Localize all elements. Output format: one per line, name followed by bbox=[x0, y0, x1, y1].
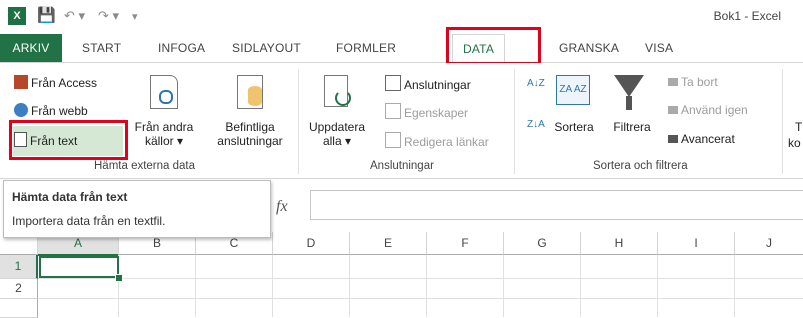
excel-logo-icon: X bbox=[8, 7, 26, 25]
group-label-external-data: Hämta externa data bbox=[94, 160, 196, 172]
gridline bbox=[503, 255, 504, 317]
customize-toolbar-icon[interactable]: ▾ bbox=[132, 10, 138, 23]
reapply-button: Använd igen bbox=[668, 103, 748, 117]
active-cell-a1[interactable] bbox=[39, 256, 119, 278]
gridline bbox=[580, 255, 581, 317]
clear-icon bbox=[668, 78, 678, 88]
clear-filter-button: Ta bort bbox=[668, 75, 718, 89]
column-header-d[interactable]: D bbox=[273, 232, 350, 255]
separator bbox=[514, 69, 515, 174]
ribbon-tabs: ARKIV START INFOGA SIDLAYOUT FORMLER DAT… bbox=[0, 34, 803, 64]
save-icon[interactable]: 💾 bbox=[37, 6, 56, 24]
from-text-red-highlight bbox=[9, 120, 128, 160]
column-header-g[interactable]: G bbox=[504, 232, 581, 255]
tab-formulas[interactable]: FORMLER bbox=[336, 41, 396, 55]
tooltip-title: Hämta data från text bbox=[12, 190, 128, 204]
separator bbox=[782, 69, 783, 174]
row-header-2[interactable]: 2 bbox=[0, 279, 38, 299]
sort-z-a-button[interactable]: Z↓A bbox=[527, 119, 545, 130]
tab-review[interactable]: GRANSKA bbox=[559, 41, 619, 55]
tab-page-layout[interactable]: SIDLAYOUT bbox=[232, 41, 301, 55]
column-header-j[interactable]: J bbox=[735, 232, 803, 255]
data-tab-highlight bbox=[446, 27, 541, 65]
connections-button[interactable]: Anslutningar bbox=[385, 75, 471, 92]
group-label-sort-filter: Sortera och filtrera bbox=[593, 160, 688, 172]
gridline bbox=[734, 255, 735, 317]
edit-links-button: Redigera länkar bbox=[385, 132, 489, 149]
refresh-all-button[interactable]: Uppdatera alla ▾ bbox=[302, 120, 372, 148]
row-header-1[interactable]: 1 bbox=[0, 255, 38, 279]
gridline bbox=[349, 255, 350, 317]
text-to-columns-partial-2: ko bbox=[788, 136, 801, 150]
advanced-icon bbox=[668, 135, 678, 145]
row-header-3[interactable] bbox=[0, 299, 38, 318]
from-web-button[interactable]: Från webb bbox=[14, 103, 88, 118]
gridline bbox=[195, 255, 196, 317]
column-header-i[interactable]: I bbox=[658, 232, 735, 255]
reapply-icon bbox=[668, 106, 678, 116]
tab-insert[interactable]: INFOGA bbox=[158, 41, 205, 55]
tooltip: Hämta data från text Importera data från… bbox=[3, 180, 271, 238]
from-access-button[interactable]: Från Access bbox=[14, 75, 97, 90]
filter-button[interactable]: Filtrera bbox=[606, 120, 658, 134]
tooltip-body: Importera data från en textfil. bbox=[12, 214, 166, 228]
sort-a-z-button[interactable]: A↓Z bbox=[527, 78, 545, 89]
tab-view[interactable]: VISA bbox=[645, 41, 673, 55]
gridline bbox=[426, 255, 427, 317]
filter-stem bbox=[626, 96, 632, 110]
column-header-f[interactable]: F bbox=[427, 232, 504, 255]
column-header-h[interactable]: H bbox=[581, 232, 658, 255]
existing-connections-button[interactable]: Befintliga anslutningar bbox=[204, 120, 296, 148]
web-icon bbox=[14, 103, 28, 117]
gridline bbox=[38, 278, 803, 279]
column-header-e[interactable]: E bbox=[350, 232, 427, 255]
other-sources-icon bbox=[150, 75, 178, 109]
fx-icon[interactable]: fx bbox=[276, 198, 288, 216]
access-icon bbox=[14, 75, 28, 89]
filter-icon bbox=[614, 75, 644, 97]
sort-button[interactable]: Sortera bbox=[550, 120, 598, 134]
window-title: Bok1 - Excel bbox=[713, 9, 781, 23]
refresh-all-icon bbox=[324, 75, 351, 107]
edit-links-icon bbox=[385, 132, 401, 148]
properties-icon bbox=[385, 103, 401, 119]
gridline bbox=[657, 255, 658, 317]
group-label-connections: Anslutningar bbox=[370, 160, 434, 172]
from-other-sources-button[interactable]: Från andra källor ▾ bbox=[124, 120, 204, 148]
properties-button: Egenskaper bbox=[385, 103, 468, 120]
separator bbox=[298, 69, 299, 174]
title-bar: X 💾 ↶ ▾ ↷ ▾ ▾ Bok1 - Excel bbox=[0, 0, 803, 34]
advanced-filter-button[interactable]: Avancerat bbox=[668, 132, 735, 146]
text-to-columns-partial[interactable]: T bbox=[795, 120, 802, 134]
tab-start[interactable]: START bbox=[82, 41, 121, 55]
gridline bbox=[38, 298, 803, 299]
sort-icon: ZA AZ bbox=[556, 75, 590, 105]
fill-handle[interactable] bbox=[115, 274, 123, 282]
undo-icon[interactable]: ↶ ▾ bbox=[64, 8, 85, 24]
gridline bbox=[272, 255, 273, 317]
tab-file[interactable]: ARKIV bbox=[0, 34, 62, 62]
existing-connections-icon bbox=[237, 75, 263, 109]
connections-icon bbox=[385, 75, 401, 91]
redo-icon[interactable]: ↷ ▾ bbox=[98, 8, 119, 24]
formula-input[interactable] bbox=[310, 190, 803, 220]
